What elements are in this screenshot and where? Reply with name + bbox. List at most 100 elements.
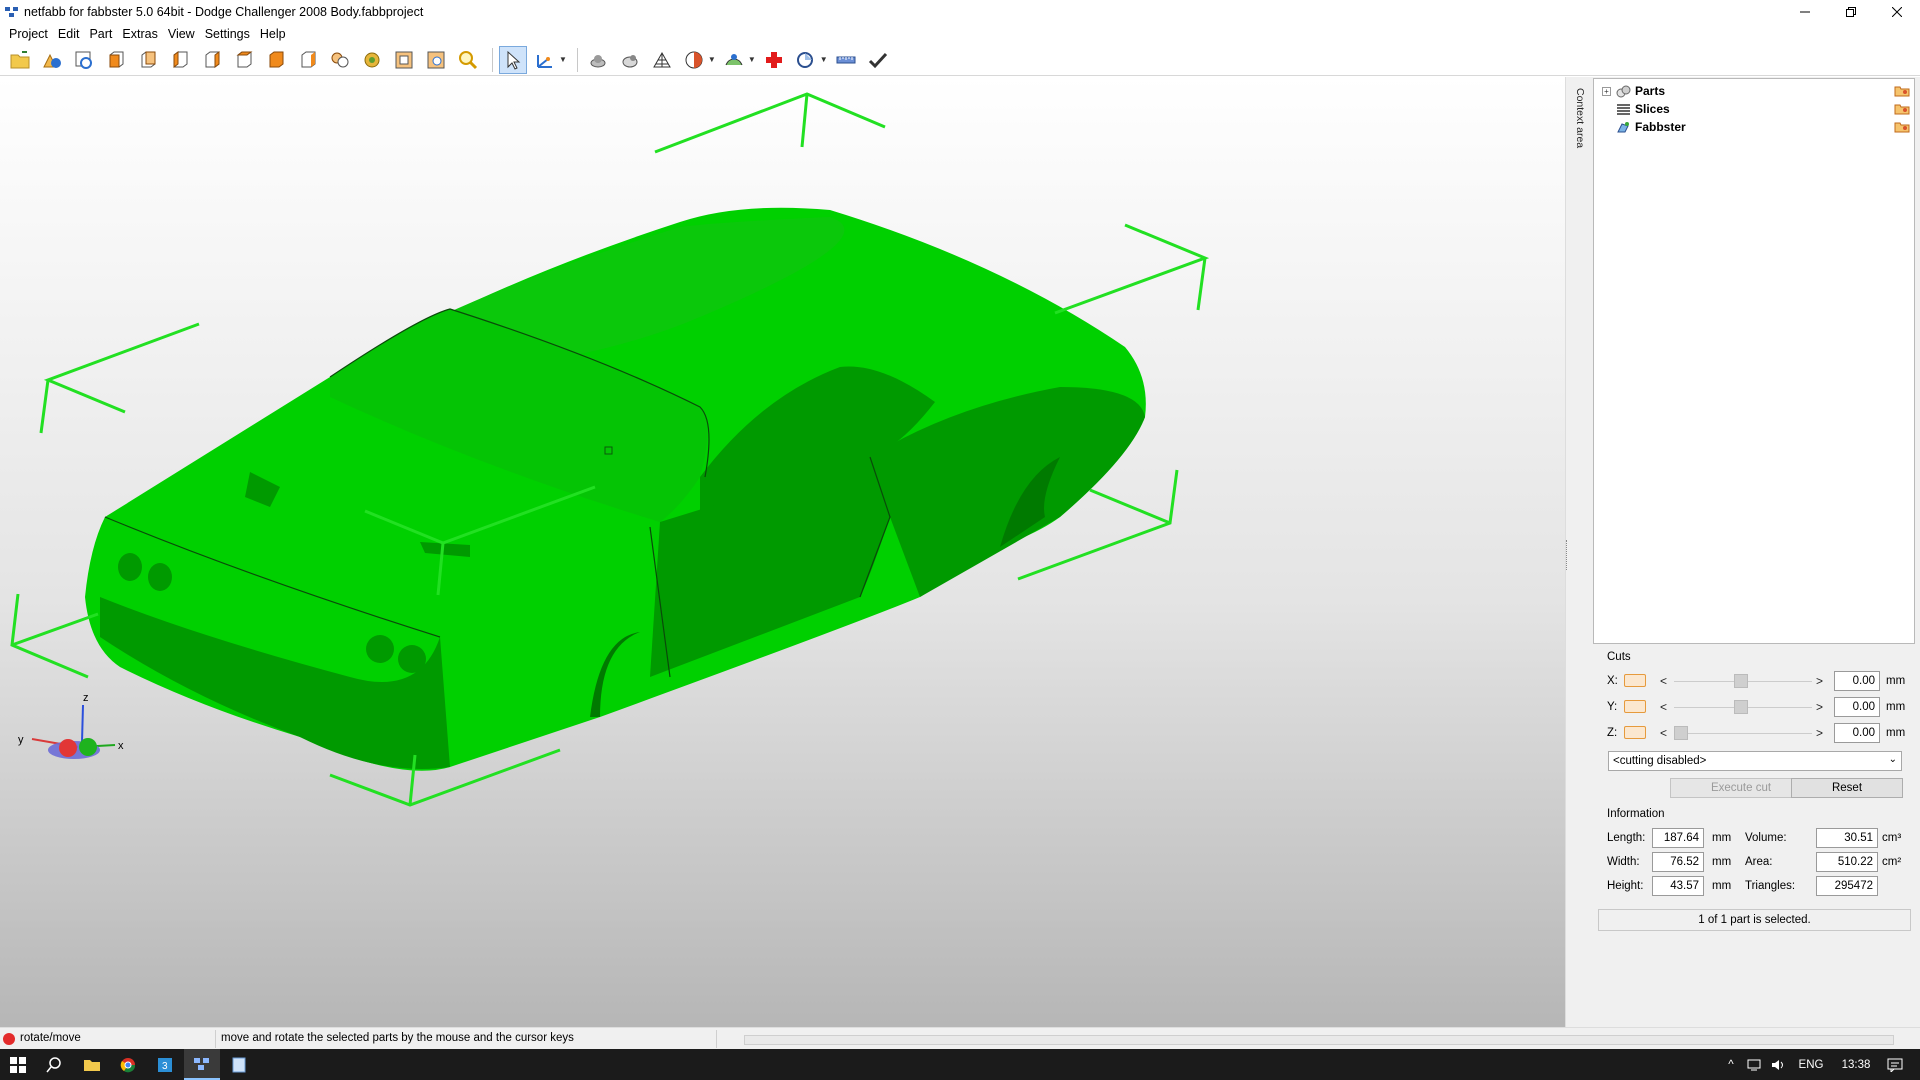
view-right-icon[interactable] xyxy=(198,46,226,74)
menu-settings[interactable]: Settings xyxy=(200,24,255,44)
shading-icon[interactable] xyxy=(584,46,612,74)
cut-x-unit: mm xyxy=(1886,675,1906,687)
checkmark-icon[interactable] xyxy=(864,46,892,74)
view-top-icon[interactable] xyxy=(230,46,258,74)
toolbar: ▼ ▼ ▼ ▼ xyxy=(0,44,1920,76)
menu-edit[interactable]: Edit xyxy=(53,24,85,44)
cut-y-unit: mm xyxy=(1886,701,1906,713)
view-iso-icon[interactable] xyxy=(294,46,322,74)
zoom-area-icon[interactable] xyxy=(422,46,450,74)
cut-z-value-input[interactable]: 0.00 xyxy=(1834,723,1880,743)
netfabb-icon[interactable] xyxy=(184,1049,220,1080)
context-area-label[interactable]: Context area xyxy=(1574,88,1586,148)
view-front-icon[interactable] xyxy=(102,46,130,74)
cut-z-left-arrow[interactable]: < xyxy=(1660,726,1667,740)
search-icon[interactable] xyxy=(36,1049,72,1080)
zoom-all-icon[interactable] xyxy=(326,46,354,74)
notes-icon[interactable] xyxy=(221,1049,257,1080)
zoom-selected-icon[interactable] xyxy=(358,46,386,74)
ruler-icon[interactable] xyxy=(832,46,860,74)
cut-z-right-arrow[interactable]: > xyxy=(1816,726,1823,740)
axis-label-x: x xyxy=(118,740,124,752)
cut-x-right-arrow[interactable]: > xyxy=(1816,674,1823,688)
expand-icon[interactable]: + xyxy=(1602,86,1611,96)
tree-item-parts[interactable]: + Parts xyxy=(1594,82,1914,100)
menu-bar: Project Edit Part Extras View Settings H… xyxy=(0,24,1920,44)
cut-mode-select[interactable]: <cutting disabled> ⌄ xyxy=(1608,751,1902,771)
3d-viewport[interactable]: z x y xyxy=(0,77,1565,1027)
analysis-icon[interactable] xyxy=(792,46,820,74)
view-bottom-icon[interactable] xyxy=(262,46,290,74)
mesh-icon[interactable] xyxy=(648,46,676,74)
car-body-model[interactable] xyxy=(85,207,1146,771)
volume-unit: cm³ xyxy=(1882,832,1902,844)
view-left-icon[interactable] xyxy=(166,46,194,74)
reset-button[interactable]: Reset xyxy=(1791,778,1903,798)
close-button[interactable] xyxy=(1874,0,1920,24)
magnifier-icon[interactable] xyxy=(454,46,482,74)
shading-alt-icon[interactable] xyxy=(616,46,644,74)
model-canvas[interactable]: z x y xyxy=(0,77,1565,1027)
restore-button[interactable] xyxy=(1828,0,1874,24)
cut-x-color-swatch[interactable] xyxy=(1624,674,1646,687)
folder-icon[interactable] xyxy=(1894,121,1910,133)
add-part-icon[interactable] xyxy=(38,46,66,74)
height-value: 43.57 xyxy=(1652,876,1704,896)
splitter-grip[interactable] xyxy=(1566,540,1569,570)
volume-icon[interactable] xyxy=(1768,1049,1790,1080)
open-folder-icon[interactable] xyxy=(6,46,34,74)
menu-part[interactable]: Part xyxy=(84,24,117,44)
tree-item-slices[interactable]: Slices xyxy=(1594,100,1914,118)
chrome-icon[interactable] xyxy=(110,1049,146,1080)
cut-y-right-arrow[interactable]: > xyxy=(1816,700,1823,714)
measure-axes-icon[interactable] xyxy=(531,46,559,74)
folder-icon[interactable] xyxy=(1894,85,1910,97)
cut-y-color-swatch[interactable] xyxy=(1624,700,1646,713)
zoom-box-icon[interactable] xyxy=(390,46,418,74)
cut-y-left-arrow[interactable]: < xyxy=(1660,700,1667,714)
menu-view[interactable]: View xyxy=(163,24,200,44)
volume-value: 30.51 xyxy=(1816,828,1878,848)
menu-project[interactable]: Project xyxy=(4,24,53,44)
mode-indicator-icon xyxy=(3,1033,15,1045)
cut-x-slider-thumb[interactable] xyxy=(1734,674,1748,688)
status-progress-bar xyxy=(744,1035,1894,1045)
tree-label-slices: Slices xyxy=(1635,102,1670,116)
tray-chevron-icon[interactable]: ^ xyxy=(1720,1049,1742,1080)
view-back-icon[interactable] xyxy=(134,46,162,74)
cut-y-value-input[interactable]: 0.00 xyxy=(1834,697,1880,717)
file-explorer-icon[interactable] xyxy=(74,1049,110,1080)
menu-extras[interactable]: Extras xyxy=(117,24,162,44)
height-unit: mm xyxy=(1712,880,1732,892)
area-unit: cm² xyxy=(1882,856,1902,868)
start-icon[interactable] xyxy=(0,1049,36,1080)
dropdown-arrow-icon[interactable]: ▼ xyxy=(820,55,828,64)
menu-help[interactable]: Help xyxy=(255,24,291,44)
dropdown-arrow-icon[interactable]: ▼ xyxy=(748,55,756,64)
sectional-icon[interactable] xyxy=(680,46,708,74)
select-arrow-icon[interactable] xyxy=(499,45,527,74)
repair-cross-icon[interactable] xyxy=(760,46,788,74)
project-info-icon[interactable] xyxy=(70,46,98,74)
context-area-splitter[interactable] xyxy=(1565,77,1593,1027)
repair-view-icon[interactable] xyxy=(720,46,748,74)
dropdown-arrow-icon[interactable]: ▼ xyxy=(708,55,716,64)
toolbar-separator xyxy=(576,47,578,72)
cut-x-left-arrow[interactable]: < xyxy=(1660,674,1667,688)
cut-z-color-swatch[interactable] xyxy=(1624,726,1646,739)
z-axis-line xyxy=(81,704,84,743)
app-3-icon[interactable]: 3 xyxy=(147,1049,183,1080)
dropdown-arrow-icon[interactable]: ▼ xyxy=(559,55,567,64)
cut-z-slider-thumb[interactable] xyxy=(1674,726,1688,740)
language-indicator[interactable]: ENG xyxy=(1794,1049,1828,1080)
notifications-icon[interactable] xyxy=(1880,1049,1910,1080)
cut-y-slider-thumb[interactable] xyxy=(1734,700,1748,714)
cut-z-slider-track[interactable] xyxy=(1674,733,1812,734)
minimize-button[interactable] xyxy=(1782,0,1828,24)
tree-item-fabbster[interactable]: Fabbster xyxy=(1594,118,1914,136)
cut-x-value-input[interactable]: 0.00 xyxy=(1834,671,1880,691)
folder-icon[interactable] xyxy=(1894,103,1910,115)
clock[interactable]: 13:38 xyxy=(1834,1049,1878,1080)
width-value: 76.52 xyxy=(1652,852,1704,872)
network-icon[interactable] xyxy=(1744,1049,1766,1080)
